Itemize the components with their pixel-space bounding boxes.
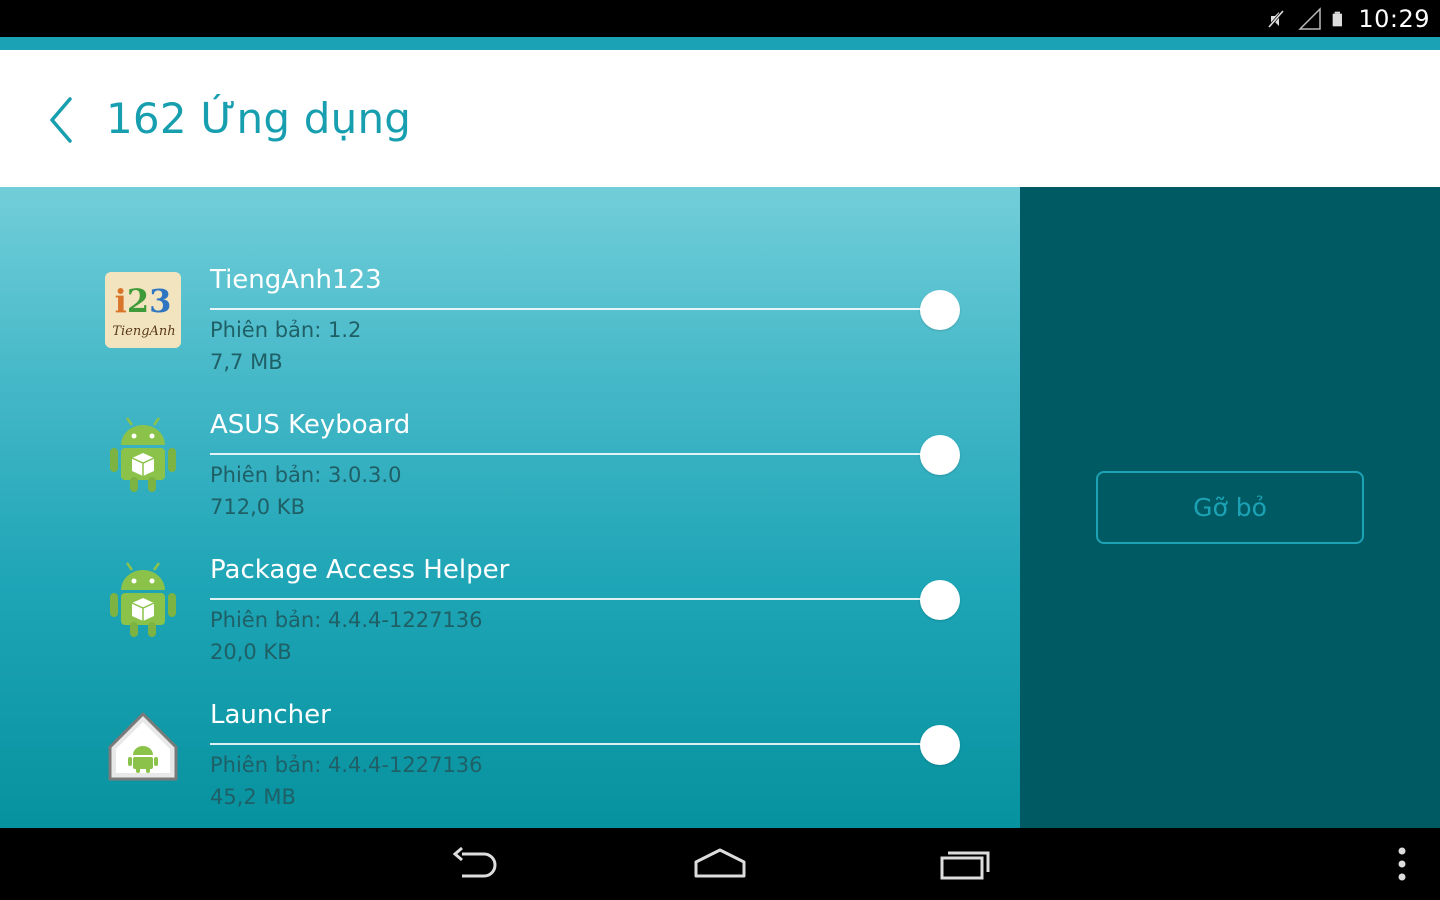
status-time: 10:29 xyxy=(1358,4,1430,33)
select-toggle[interactable] xyxy=(920,725,960,765)
overflow-menu-icon xyxy=(1398,847,1406,881)
nav-home-button[interactable] xyxy=(690,842,750,886)
navigation-bar xyxy=(0,828,1440,900)
nav-recents-button[interactable] xyxy=(934,842,994,886)
nav-back-button[interactable] xyxy=(446,842,506,886)
app-name: ASUS Keyboard xyxy=(210,410,411,440)
status-icons: 10:29 xyxy=(1264,0,1430,37)
svg-text:TiengAnh: TiengAnh xyxy=(112,324,175,339)
android-package-icon xyxy=(110,417,176,492)
launcher-home-icon xyxy=(108,712,178,781)
app-name: Launcher xyxy=(210,700,331,730)
app-name: TiengAnh123 xyxy=(210,265,382,295)
divider xyxy=(210,743,940,745)
signal-icon xyxy=(1298,6,1322,30)
tienganh123-app-icon: i23 TiengAnh xyxy=(105,272,181,348)
app-size: 45,2 MB xyxy=(210,785,296,809)
home-nav-icon xyxy=(694,848,746,878)
list-item[interactable]: ASUS Keyboard Phiên bản: 3.0.3.0 712,0 K… xyxy=(0,410,1020,562)
overflow-menu-button[interactable] xyxy=(1388,842,1416,886)
app-version: Phiên bản: 3.0.3.0 xyxy=(210,463,402,487)
list-item[interactable]: Launcher Phiên bản: 4.4.4-1227136 45,2 M… xyxy=(0,700,1020,828)
divider xyxy=(210,453,940,455)
list-item[interactable]: Package Access Helper Phiên bản: 4.4.4-1… xyxy=(0,555,1020,707)
app-version: Phiên bản: 4.4.4-1227136 xyxy=(210,753,483,777)
action-panel: Gỡ bỏ xyxy=(1020,187,1440,828)
select-toggle[interactable] xyxy=(920,435,960,475)
select-toggle[interactable] xyxy=(920,290,960,330)
app-version: Phiên bản: 1.2 xyxy=(210,318,362,342)
mute-icon xyxy=(1268,9,1285,28)
recents-nav-icon xyxy=(940,851,990,880)
uninstall-button[interactable]: Gỡ bỏ xyxy=(1096,471,1364,544)
app-size: 7,7 MB xyxy=(210,350,283,374)
app-list[interactable]: i23 TiengAnh TiengAnh123 Phiên bản: 1.2 … xyxy=(0,187,1020,828)
select-toggle[interactable] xyxy=(920,580,960,620)
divider xyxy=(210,598,940,600)
app-size: 712,0 KB xyxy=(210,495,305,519)
app-version: Phiên bản: 4.4.4-1227136 xyxy=(210,608,483,632)
app-size: 20,0 KB xyxy=(210,640,292,664)
list-item[interactable]: i23 TiengAnh TiengAnh123 Phiên bản: 1.2 … xyxy=(0,265,1020,417)
chevron-left-icon xyxy=(50,97,72,143)
page-title: 162 Ứng dụng xyxy=(106,94,412,143)
app-name: Package Access Helper xyxy=(210,555,510,585)
header: 162 Ứng dụng xyxy=(0,50,1440,187)
android-package-icon xyxy=(110,562,176,637)
svg-text:i23: i23 xyxy=(115,282,172,320)
accent-strip xyxy=(0,37,1440,50)
battery-icon xyxy=(1332,11,1343,26)
status-bar: 10:29 xyxy=(0,0,1440,37)
back-nav-icon xyxy=(452,846,497,878)
divider xyxy=(210,308,940,310)
back-button[interactable] xyxy=(36,92,86,148)
